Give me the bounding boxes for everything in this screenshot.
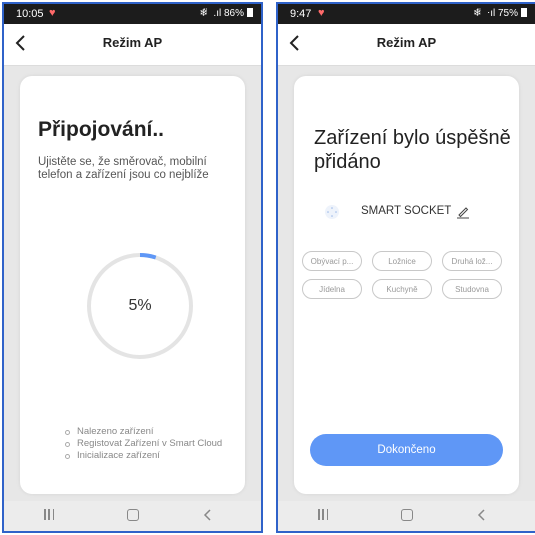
status-time: 10:05 bbox=[16, 8, 44, 20]
done-button[interactable]: Dokončeno bbox=[310, 434, 503, 466]
status-time: 9:47 bbox=[290, 8, 312, 20]
home-icon[interactable] bbox=[126, 509, 139, 521]
recent-apps-icon[interactable] bbox=[318, 509, 328, 520]
room-chip[interactable]: Studovna bbox=[442, 279, 502, 299]
connecting-heading: Připojování.. bbox=[38, 118, 165, 141]
status-bar: 10:05 ♥ ❄̈ .ıl 86% bbox=[4, 4, 261, 24]
room-chip[interactable]: Ložnice bbox=[372, 251, 432, 271]
heart-icon: ♥ bbox=[49, 7, 56, 19]
status-text: ❄̈ ⋅ıl 75% bbox=[473, 8, 518, 19]
device-icon bbox=[325, 205, 339, 219]
status-text: ❄̈ .ıl 86% bbox=[199, 8, 244, 19]
nav-bar bbox=[278, 501, 535, 531]
back-icon[interactable] bbox=[475, 507, 489, 523]
heart-icon: ♥ bbox=[318, 7, 325, 19]
page-title: Režim AP bbox=[376, 35, 437, 50]
room-chip[interactable]: Kuchyně bbox=[372, 279, 432, 299]
title-bar: Režim AP bbox=[278, 24, 535, 66]
step-item: Nalezeno zařízení bbox=[65, 426, 222, 438]
status-indicators: ❄̈ ⋅ıl 75% bbox=[473, 8, 527, 19]
status-bar: 9:47 ♥ ❄̈ ⋅ıl 75% bbox=[278, 4, 535, 24]
success-card: Zařízení bylo úspěšně přidáno SMART SOCK… bbox=[294, 76, 519, 494]
phone-screen-connecting: 10:05 ♥ ❄̈ .ıl 86% Režim AP Připojování.… bbox=[2, 2, 263, 533]
pencil-icon[interactable] bbox=[456, 205, 470, 219]
step-item: Registovat Zařízení v Smart Cloud bbox=[65, 438, 222, 450]
success-heading: Zařízení bylo úspěšně přidáno bbox=[314, 127, 511, 173]
status-indicators: ❄̈ .ıl 86% bbox=[199, 8, 253, 19]
battery-icon bbox=[247, 8, 253, 17]
page-title: Režim AP bbox=[102, 35, 163, 50]
room-chip[interactable]: Obývací p... bbox=[302, 251, 362, 271]
nav-bar bbox=[4, 501, 261, 531]
step-list: Nalezeno zařízení Registovat Zařízení v … bbox=[65, 426, 222, 462]
title-bar: Režim AP bbox=[4, 24, 261, 66]
connecting-card: Připojování.. Ujistěte se, že směrovač, … bbox=[20, 76, 245, 494]
device-name: SMART SOCKET bbox=[361, 205, 452, 217]
step-item: Inicializace zařízení bbox=[65, 450, 222, 462]
home-icon[interactable] bbox=[400, 509, 413, 521]
room-chip[interactable]: Druhá lož... bbox=[442, 251, 502, 271]
recent-apps-icon[interactable] bbox=[44, 509, 54, 520]
connecting-description: Ujistěte se, že směrovač, mobilní telefo… bbox=[38, 156, 209, 181]
progress-label: 5% bbox=[128, 297, 152, 314]
phone-screen-success: 9:47 ♥ ❄̈ ⋅ıl 75% Režim AP Zařízení bylo… bbox=[276, 2, 535, 533]
back-icon[interactable] bbox=[201, 507, 215, 523]
room-chip[interactable]: Jídelna bbox=[302, 279, 362, 299]
battery-icon bbox=[521, 8, 527, 17]
